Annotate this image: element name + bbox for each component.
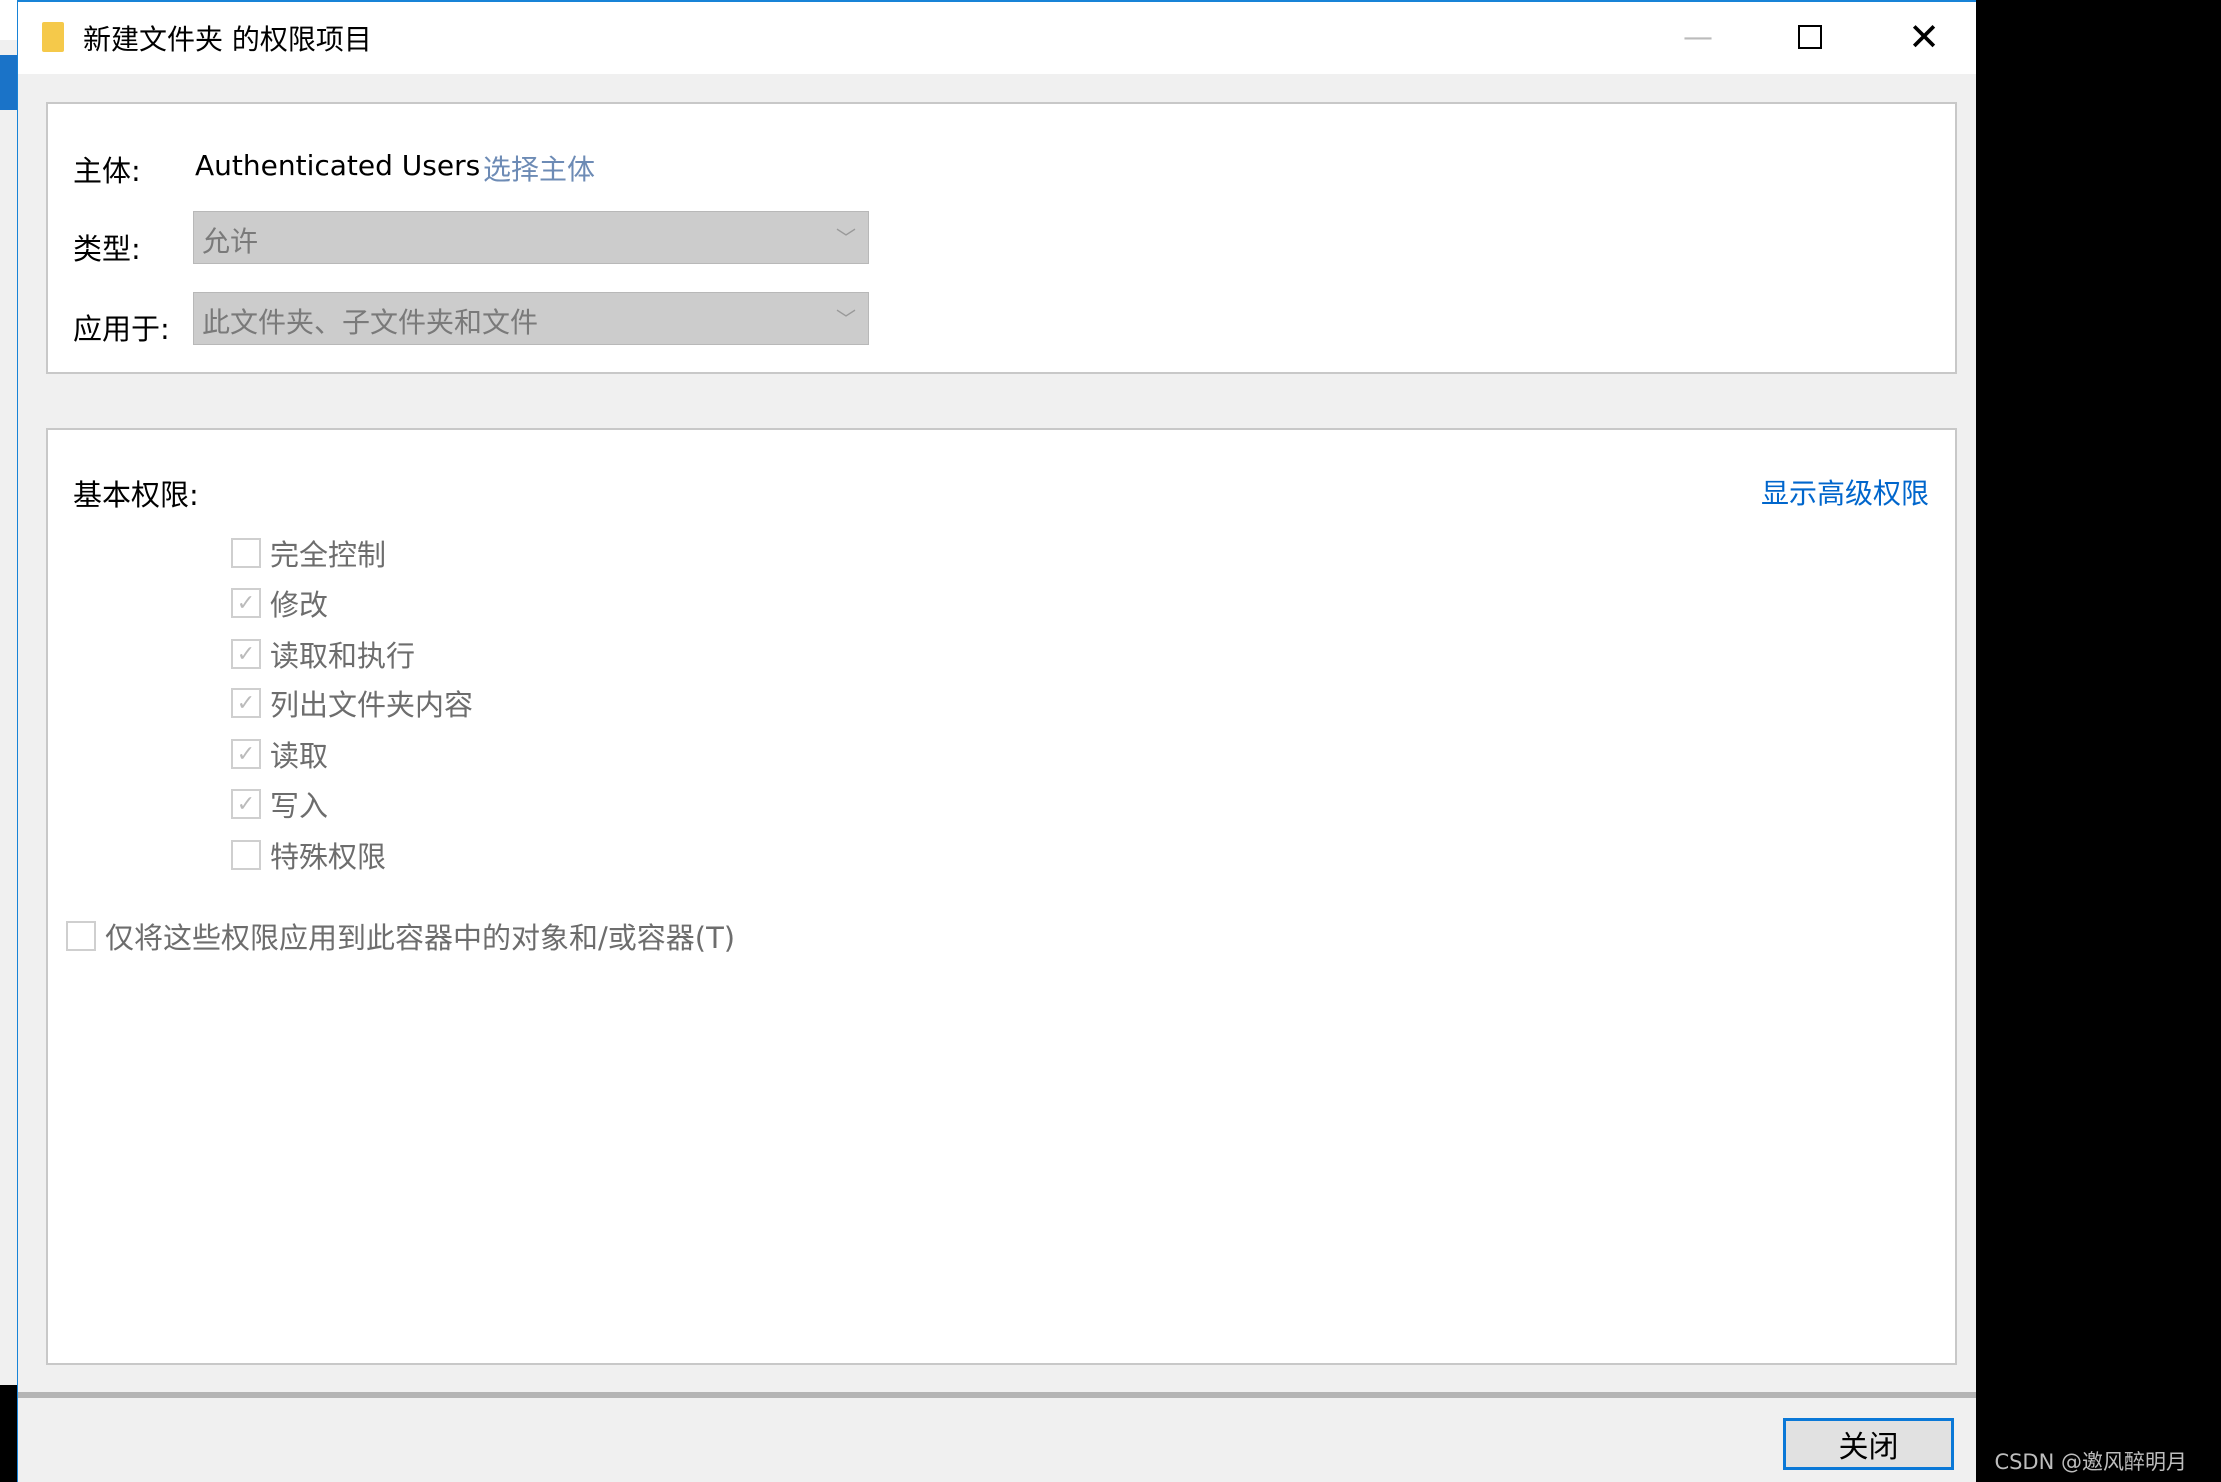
type-label: 类型:: [73, 232, 141, 266]
checkmark-icon[interactable]: ✓: [231, 789, 261, 819]
select-principal-link[interactable]: 选择主体: [483, 148, 595, 188]
applies-to-select[interactable]: 此文件夹、子文件夹和文件 ﹀: [193, 292, 869, 345]
principal-panel: 主体: Authenticated Users 选择主体 类型: 允许 ﹀ 应用于…: [46, 102, 1957, 374]
permission-entry-dialog: 新建文件夹 的权限项目 — ✕ 主体: Authenticated Users …: [17, 0, 1976, 1482]
checkmark-icon[interactable]: ✓: [231, 739, 261, 769]
principal-value: Authenticated Users: [195, 149, 481, 182]
background-window: [0, 0, 17, 1482]
window-title: 新建文件夹 的权限项目: [83, 23, 372, 56]
checkbox-box[interactable]: [231, 840, 261, 870]
chevron-down-icon: ﹀: [836, 307, 856, 331]
permission-label: 读取: [270, 739, 329, 773]
checkmark-icon[interactable]: ✓: [231, 688, 261, 718]
permission-label: 修改: [270, 588, 329, 622]
permission-label: 特殊权限: [270, 840, 387, 874]
title-bar: 新建文件夹 的权限项目 — ✕: [18, 2, 1976, 74]
watermark: CSDN @邀风醉明月: [1994, 1450, 2187, 1474]
checkmark-icon[interactable]: ✓: [231, 639, 261, 669]
type-value: 允许: [202, 225, 259, 258]
apply-only-checkbox[interactable]: 仅将这些权限应用到此容器中的对象和/或容器(T): [66, 915, 735, 957]
checkbox-box[interactable]: [231, 538, 261, 568]
type-select[interactable]: 允许 ﹀: [193, 211, 869, 264]
minimize-button[interactable]: —: [1668, 12, 1728, 62]
permission-checkbox[interactable]: ✓ 写入: [231, 783, 328, 825]
close-window-button[interactable]: ✕: [1894, 12, 1954, 62]
checkbox-box[interactable]: [66, 921, 96, 951]
principal-label: 主体:: [73, 154, 141, 188]
chevron-down-icon: ﹀: [836, 226, 856, 250]
permission-checkbox[interactable]: ✓ 读取: [231, 733, 328, 775]
apply-only-label: 仅将这些权限应用到此容器中的对象和/或容器(T): [105, 921, 736, 955]
permission-checkbox[interactable]: 完全控制: [231, 532, 386, 574]
footer-divider: [18, 1392, 1976, 1398]
permissions-panel: 基本权限: 显示高级权限 完全控制 ✓ 修改 ✓ 读取和执行 ✓ 列出文件夹内容 ✓ 读取 ✓ 写入…: [46, 428, 1957, 1365]
permission-label: 完全控制: [270, 538, 387, 572]
applies-to-label: 应用于:: [73, 312, 170, 346]
maximize-icon: [1798, 25, 1822, 49]
folder-icon: [42, 22, 64, 52]
permission-label: 写入: [270, 789, 329, 823]
maximize-button[interactable]: [1780, 12, 1840, 62]
permission-label: 读取和执行: [270, 639, 416, 673]
permission-checkbox[interactable]: 特殊权限: [231, 834, 386, 876]
basic-permissions-heading: 基本权限:: [73, 478, 199, 512]
permission-checkbox[interactable]: ✓ 修改: [231, 582, 328, 624]
show-advanced-permissions-link[interactable]: 显示高级权限: [1761, 472, 1929, 512]
close-button[interactable]: 关闭: [1783, 1418, 1954, 1470]
permission-label: 列出文件夹内容: [270, 688, 474, 722]
permission-checkbox[interactable]: ✓ 列出文件夹内容: [231, 682, 473, 724]
permission-checkbox[interactable]: ✓ 读取和执行: [231, 633, 415, 675]
checkmark-icon[interactable]: ✓: [231, 588, 261, 618]
applies-to-value: 此文件夹、子文件夹和文件: [202, 306, 539, 339]
